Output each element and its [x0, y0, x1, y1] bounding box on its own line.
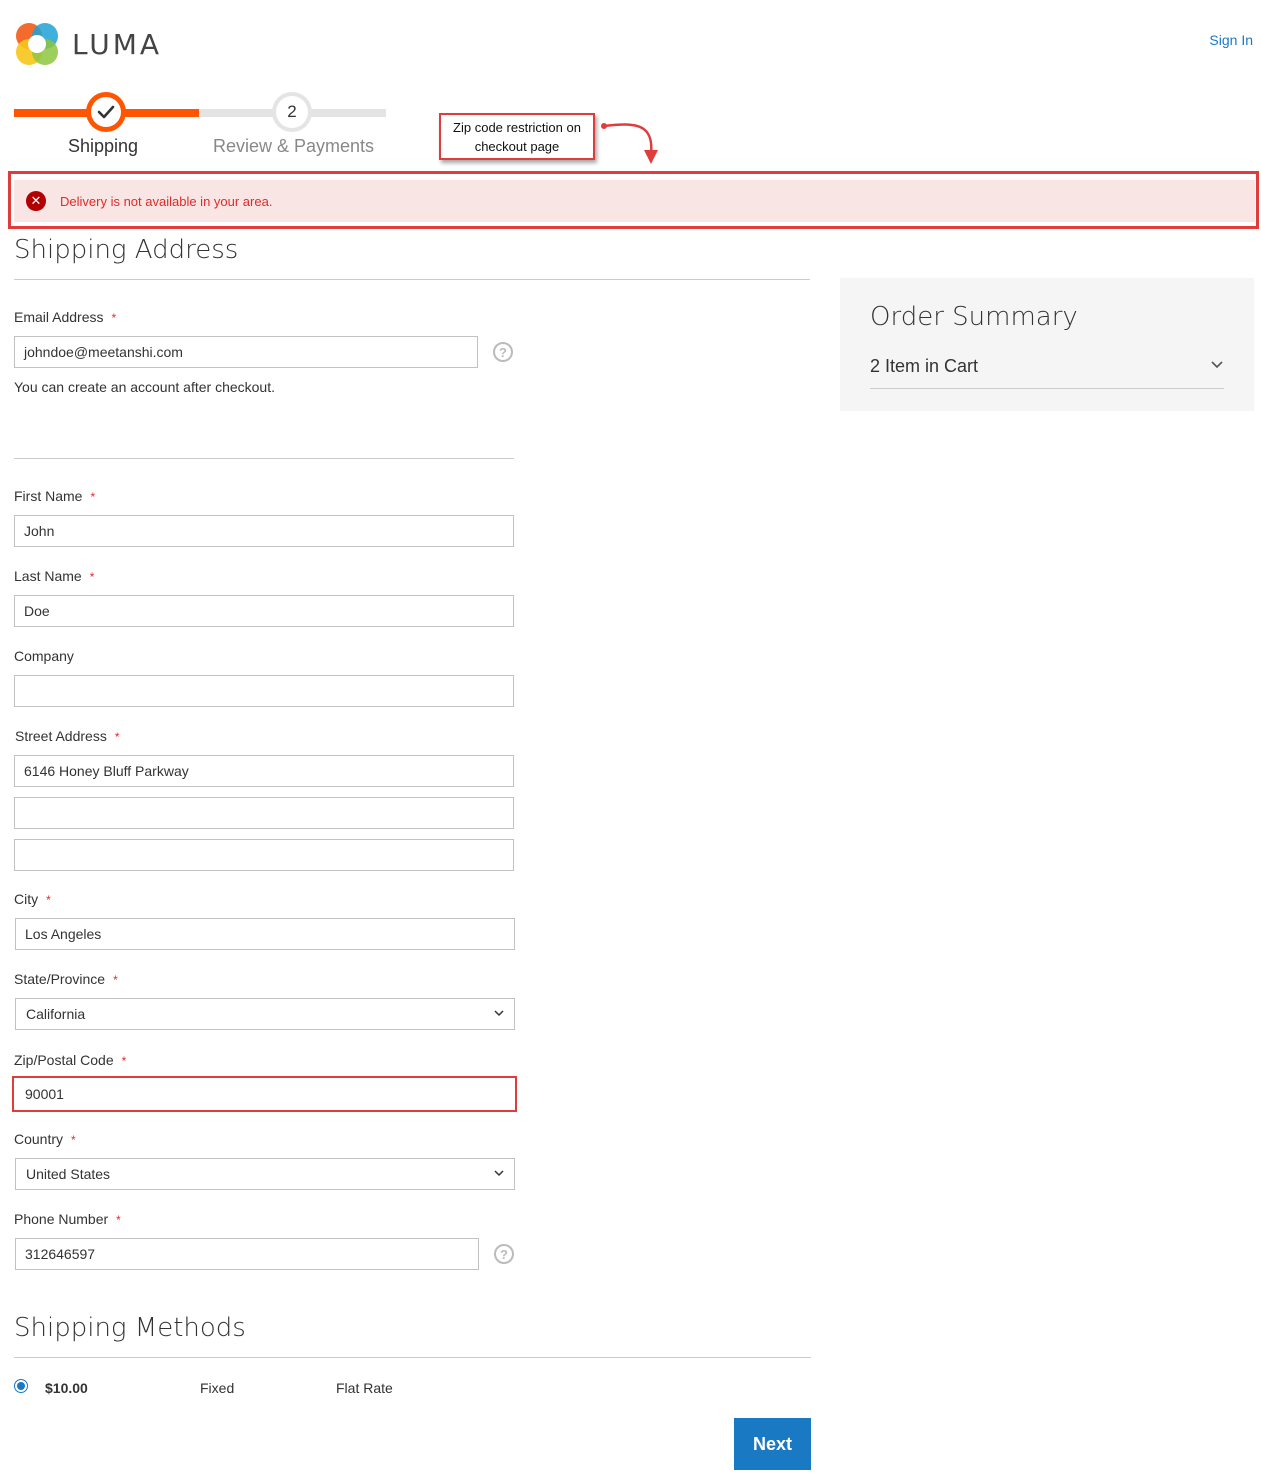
street-line-2-field[interactable] — [14, 797, 514, 829]
checkmark-icon — [97, 105, 115, 119]
first-name-field[interactable]: John — [14, 515, 514, 547]
chevron-down-icon — [494, 1010, 504, 1017]
divider — [14, 458, 514, 459]
step-review-label: Review & Payments — [213, 136, 375, 156]
company-label: Company — [14, 648, 74, 664]
luma-logo[interactable]: LUMA — [14, 20, 164, 68]
help-icon[interactable]: ? — [493, 342, 513, 362]
last-name-field[interactable]: Doe — [14, 595, 514, 627]
checkout-progress: 2 Shipping Review & Payments — [14, 92, 386, 162]
items-in-cart-toggle[interactable]: 2 Item in Cart — [870, 356, 978, 377]
state-select[interactable]: California — [15, 998, 515, 1030]
email-field[interactable]: johndoe@meetanshi.com — [14, 336, 478, 368]
step-number: 2 — [276, 96, 308, 128]
street-line-3-field[interactable] — [14, 839, 514, 871]
email-note: You can create an account after checkout… — [14, 379, 275, 395]
first-name-label: First Name * — [14, 488, 96, 504]
sign-in-link[interactable]: Sign In — [1209, 32, 1253, 48]
annotation-arrow-icon — [601, 123, 658, 164]
country-select[interactable]: United States — [15, 1158, 515, 1190]
email-label: Email Address * — [14, 309, 117, 325]
street-line-1-field[interactable]: 6146 Honey Bluff Parkway — [14, 755, 514, 787]
step-review-indicator: 2 — [272, 92, 312, 132]
annotation-line-2: checkout page — [474, 139, 560, 154]
divider — [870, 388, 1224, 389]
error-message: ✕ Delivery is not available in your area… — [14, 180, 1255, 222]
help-icon[interactable]: ? — [494, 1244, 514, 1264]
divider — [14, 279, 810, 280]
last-name-label: Last Name * — [14, 568, 95, 584]
state-label: State/Province * — [14, 971, 118, 987]
phone-label: Phone Number * — [14, 1211, 121, 1227]
annotation-callout: Zip code restriction on checkout page — [439, 113, 595, 160]
city-field[interactable]: Los Angeles — [15, 918, 515, 950]
chevron-down-icon — [494, 1170, 504, 1177]
country-select-value: United States — [26, 1166, 111, 1182]
chevron-down-icon[interactable] — [1210, 360, 1224, 370]
error-x-icon: ✕ — [26, 191, 46, 211]
state-select-value: California — [26, 1006, 86, 1022]
phone-field[interactable]: 312646597 — [15, 1238, 479, 1270]
order-summary: Order Summary 2 Item in Cart — [840, 278, 1254, 411]
company-field[interactable] — [14, 675, 514, 707]
country-label: Country * — [14, 1131, 76, 1147]
shipping-method-radio[interactable] — [14, 1379, 28, 1393]
next-button[interactable]: Next — [734, 1418, 811, 1470]
order-summary-title: Order Summary — [870, 302, 1078, 332]
annotation-line-1: Zip code restriction on — [453, 120, 581, 135]
shipping-methods-title: Shipping Methods — [14, 1313, 246, 1343]
error-text: Delivery is not available in your area. — [60, 193, 273, 209]
method-carrier: Flat Rate — [336, 1380, 393, 1396]
zip-label: Zip/Postal Code * — [14, 1052, 127, 1068]
method-price: $10.00 — [45, 1380, 88, 1396]
brand-name: LUMA — [72, 28, 163, 61]
street-label: Street Address * — [15, 728, 120, 744]
luma-logo-icon — [14, 21, 60, 67]
shipping-address-title: Shipping Address — [14, 235, 239, 265]
zip-field[interactable]: 90001 — [12, 1076, 517, 1112]
method-name: Fixed — [200, 1380, 235, 1396]
divider — [14, 1357, 811, 1358]
city-label: City * — [14, 891, 51, 907]
step-shipping-label[interactable]: Shipping — [68, 136, 138, 157]
step-shipping-indicator[interactable] — [86, 92, 126, 132]
